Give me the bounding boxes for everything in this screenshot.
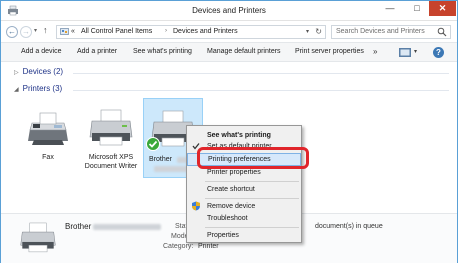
devices-and-printers-window: Devices and Printers — □ ✕ ← → ▾ ↑ « All… [0,0,458,263]
menu-separator [205,198,299,199]
more-commands-button[interactable]: » [373,47,377,56]
group-divider [73,73,449,74]
menu-separator [205,181,299,182]
fax-icon [28,112,68,145]
breadcrumb[interactable]: « All Control Panel Items › Devices and … [56,25,326,39]
redacted-text [154,166,188,172]
device-label: Microsoft XPS Document Writer [84,154,138,170]
up-button[interactable]: ↑ [43,25,48,35]
title-bar: Devices and Printers — □ ✕ [1,1,457,21]
recent-pages-dropdown[interactable]: ▾ [34,27,37,34]
collapse-arrow-icon: ◢ [14,87,19,93]
back-button[interactable]: ← [6,26,18,38]
see-whats-printing-button[interactable]: See what's printing [133,48,192,55]
queue-status: document(s) in queue [315,223,383,230]
close-button[interactable]: ✕ [429,1,456,16]
menu-separator [205,227,299,228]
maximize-button[interactable]: □ [404,1,430,16]
change-view-icon[interactable] [399,48,411,57]
manage-default-printers-button[interactable]: Manage default printers [207,48,281,55]
context-menu: See what's printing Set as default print… [186,125,302,243]
highlight-annotation [197,147,309,169]
menu-item-troubleshoot[interactable]: Troubleshoot [187,212,301,225]
chevron-down-icon[interactable]: ▾ [414,48,417,55]
command-bar: Add a device Add a printer See what's pr… [1,42,457,62]
printers-group-header[interactable]: ◢ Printers (3) [14,84,62,93]
chevron-down-icon[interactable]: ▾ [306,28,309,35]
forward-button[interactable]: → [20,26,32,38]
minimize-button[interactable]: — [377,1,403,16]
printer-icon [20,222,56,253]
printer-item-fax[interactable]: Fax [18,105,78,185]
printer-icon [89,109,133,146]
printers-group-label: Printers (3) [22,84,63,93]
category-value: Printer [198,243,219,250]
breadcrumb-devices-printers[interactable]: Devices and Printers [173,28,238,35]
printer-item-xps[interactable]: Microsoft XPS Document Writer [81,105,141,185]
breadcrumb-separator: › [165,28,167,34]
add-printer-button[interactable]: Add a printer [77,48,117,55]
devices-group-label: Devices (2) [22,67,64,76]
breadcrumb-overflow[interactable]: « [71,28,75,35]
device-label: Fax [42,154,54,161]
add-device-button[interactable]: Add a device [21,48,61,55]
address-bar: ← → ▾ ↑ « All Control Panel Items › Devi… [1,22,457,41]
menu-item-properties[interactable]: Properties [187,229,301,242]
print-server-properties-button[interactable]: Print server properties [295,48,364,55]
refresh-icon[interactable]: ↻ [315,27,322,36]
redacted-text [93,224,161,230]
details-printer-name: Brother [65,222,92,231]
menu-item-create-shortcut[interactable]: Create shortcut [187,183,301,196]
expand-arrow-icon: ▷ [14,70,19,76]
control-panel-icon [60,28,69,35]
default-printer-check-icon [146,137,160,151]
group-divider [73,90,449,91]
search-icon[interactable] [437,27,447,37]
search-placeholder: Search Devices and Printers [336,28,425,35]
category-label: Category: [163,243,194,250]
help-icon[interactable]: ? [433,47,444,58]
devices-group-header[interactable]: ▷ Devices (2) [14,67,63,76]
breadcrumb-control-panel[interactable]: All Control Panel Items [81,28,152,35]
search-input[interactable]: Search Devices and Printers [331,25,451,39]
